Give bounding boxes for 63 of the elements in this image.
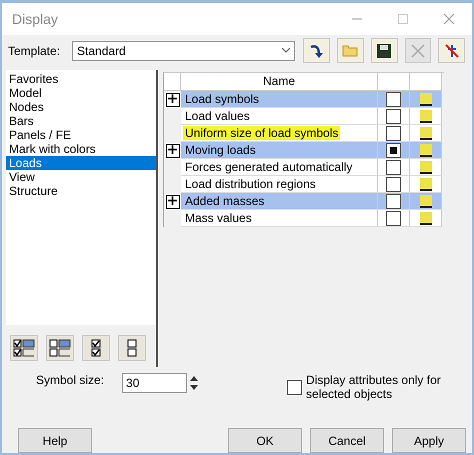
expand-button[interactable]: + [166,92,180,107]
category-item[interactable]: Bars [6,114,156,128]
template-dropdown[interactable]: Standard [72,40,296,61]
load-icon [418,159,434,176]
category-item[interactable]: View [6,170,156,184]
dialog-button[interactable]: OK [228,428,302,453]
reset-button[interactable] [438,38,465,64]
group-row-name: Moving loads [181,142,378,160]
checklist-icon [13,338,35,358]
category-item[interactable]: Favorites [6,72,156,86]
selected-only-label: Display attributes only for selected objects [306,373,442,402]
expand-button[interactable]: + [166,194,180,209]
symbol-size-field[interactable]: 30 [122,373,188,394]
row-name: Load distribution regions [181,176,378,194]
dialog-button[interactable]: Apply [392,428,466,453]
list-view-button[interactable] [10,335,38,362]
category-item[interactable]: Nodes [6,100,156,114]
load-icon [418,193,434,210]
checkbox[interactable] [386,160,401,175]
load-icon [418,176,434,192]
list-view-button[interactable] [82,335,110,362]
dialog-button[interactable]: Cancel [310,428,384,453]
checkbox[interactable] [386,194,401,209]
folder-icon [342,44,358,58]
dialog-button[interactable]: Help [18,428,92,453]
name-column-header: Name [181,73,378,92]
apply-template-button[interactable] [303,38,330,64]
row-name: Mass values [181,210,378,228]
crossed-figure-icon [444,42,460,59]
list-view-button[interactable] [46,335,74,362]
checkbox[interactable] [386,126,401,141]
list-view-button[interactable] [118,335,146,362]
window-title: Display [12,11,59,28]
checkbox[interactable] [386,210,401,226]
category-item[interactable]: Model [6,86,156,100]
category-item[interactable]: Panels / FE [6,128,156,142]
category-item[interactable]: Loads [6,156,156,170]
row-name: Uniform size of load symbols [181,125,378,142]
save-icon [377,44,392,58]
symbol-size-label: Symbol size: [36,373,104,388]
load-icon [418,125,434,142]
cross-icon [410,42,426,59]
checkbox[interactable] [386,142,401,158]
category-item[interactable]: Structure [6,184,156,198]
load-icon [418,108,434,124]
save-button[interactable] [370,38,398,64]
checkbox[interactable] [386,108,401,124]
group-row-name: Load symbols [181,91,378,108]
load-icon [418,142,434,158]
curved-arrow-icon [308,42,325,59]
expand-button[interactable]: + [166,144,180,158]
group-row-name: Added masses [181,193,378,210]
checkbox[interactable] [287,380,302,396]
load-icon [418,210,434,226]
row-name: Load values [181,108,378,126]
row-name: Forces generated automatically [181,159,378,176]
template-label: Template: [8,44,60,58]
checkbox[interactable] [386,176,401,192]
checkbox[interactable] [386,92,401,107]
chevron-icon [282,48,290,54]
checklist-icon [49,338,71,358]
category-item[interactable]: Mark with colors [6,142,156,156]
load-icon [418,91,434,108]
